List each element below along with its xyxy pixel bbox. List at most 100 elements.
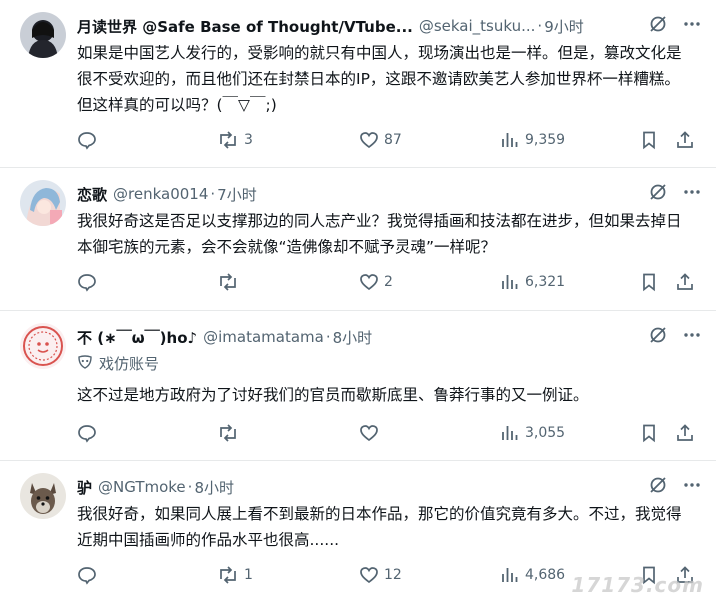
bookmark-button[interactable] [639,130,659,150]
tweet-text: 如果是中国艺人发行的，受影响的就只有中国人，现场演出也是一样。但是，篡改文化是很… [77,44,682,114]
reply-icon [77,565,97,585]
views-button[interactable]: 6,321 [500,272,565,292]
user-handle[interactable]: @renka0014 [113,185,208,203]
avatar[interactable] [20,180,66,226]
display-name[interactable]: 月读世界 @Safe Base of Thought/VTube... [77,16,413,37]
retweet-button[interactable] [217,423,244,443]
tweet-header-icons [648,325,702,345]
share-icon [675,272,695,292]
more-icon[interactable] [682,325,702,345]
tweet-header: 不 (∗￣ω￣)ho♪ @imatamatama · 8小时 [77,325,696,349]
views-icon [500,423,520,443]
bookmark-button[interactable] [639,423,659,443]
retweet-button[interactable]: 3 [217,130,253,150]
avatar[interactable] [20,473,66,519]
mask-icon [77,354,93,374]
tweet[interactable]: 月读世界 @Safe Base of Thought/VTube... @sek… [0,0,716,168]
tweet-header-icons [648,182,702,202]
tweet-text: 我很好奇，如果同人展上看不到最新的日本作品，那它的价值究竟有多大。不过，我觉得近… [77,505,682,549]
views-count: 4,686 [525,567,566,583]
heart-icon [359,565,379,585]
tweet-text: 这不过是地方政府为了讨好我们的官员而歇斯底里、鲁莽行事的又一例证。 [77,386,589,404]
watermark: 17173.com [571,573,704,597]
separator-dot: · [187,478,193,496]
heart-icon [359,423,379,443]
views-count: 6,321 [525,274,566,290]
reply-button[interactable] [77,423,102,443]
share-button[interactable] [675,272,695,292]
timeline-feed: 月读世界 @Safe Base of Thought/VTube... @sek… [0,0,716,605]
reply-icon [77,272,97,292]
timestamp[interactable]: 8小时 [194,477,234,498]
timestamp[interactable]: 7小时 [217,184,257,205]
avatar[interactable] [20,12,66,58]
grok-icon[interactable] [648,475,668,495]
grok-icon[interactable] [648,182,668,202]
retweet-icon [217,423,239,443]
heart-icon [359,272,379,292]
views-icon [500,130,520,150]
like-button[interactable]: 2 [359,272,393,292]
tweet[interactable]: 不 (∗￣ω￣)ho♪ @imatamatama · 8小时 戏仿账号 这不过是… [0,311,716,461]
views-icon [500,565,520,585]
retweet-icon [217,130,239,150]
display-name[interactable]: 不 (∗￣ω￣)ho♪ [77,327,197,348]
views-button[interactable]: 4,686 [500,565,565,585]
more-icon[interactable] [682,182,702,202]
bookmark-button[interactable] [639,272,659,292]
grok-icon[interactable] [648,325,668,345]
views-count: 9,359 [525,132,566,148]
views-count: 3,055 [525,425,566,441]
bookmark-icon [639,130,659,150]
share-icon [675,130,695,150]
tweet-header-icons [648,475,702,495]
more-icon[interactable] [682,14,702,34]
user-handle[interactable]: @imatamatama [203,328,324,346]
views-icon [500,272,520,292]
display-name[interactable]: 驴 [77,477,92,498]
retweet-button[interactable] [217,272,244,292]
like-count: 87 [384,132,402,148]
tweet-actions: 2 6,321 [77,272,698,296]
tweet-header-icons [648,14,702,34]
like-button[interactable]: 87 [359,130,402,150]
reply-button[interactable] [77,565,102,585]
retweet-count: 3 [244,132,253,148]
bookmark-icon [639,272,659,292]
reply-icon [77,423,97,443]
separator-dot: · [537,17,543,35]
grok-icon[interactable] [648,14,668,34]
timestamp[interactable]: 8小时 [333,327,373,348]
more-icon[interactable] [682,475,702,495]
display-name[interactable]: 恋歌 [77,184,107,205]
like-count: 12 [384,567,402,583]
separator-dot: · [325,328,331,346]
tweet-actions: 3 87 9,359 [77,130,698,154]
timestamp[interactable]: 9小时 [544,16,584,37]
reply-button[interactable] [77,130,102,150]
reply-icon [77,130,97,150]
tweet-actions: 3,055 [77,423,698,447]
retweet-icon [217,272,239,292]
retweet-count: 1 [244,567,253,583]
separator-dot: · [210,185,216,203]
tweet-header: 月读世界 @Safe Base of Thought/VTube... @sek… [77,14,696,38]
share-button[interactable] [675,130,695,150]
user-handle[interactable]: @NGTmoke [98,478,186,496]
bookmark-icon [639,423,659,443]
reply-button[interactable] [77,272,102,292]
retweet-button[interactable]: 1 [217,565,253,585]
tweet-header: 恋歌 @renka0014 · 7小时 [77,182,696,206]
like-button[interactable] [359,423,384,443]
user-handle[interactable]: @sekai_tsuku... [419,17,536,35]
avatar[interactable] [20,323,66,369]
like-count: 2 [384,274,393,290]
share-button[interactable] [675,423,695,443]
like-button[interactable]: 12 [359,565,402,585]
tweet[interactable]: 恋歌 @renka0014 · 7小时 我很好奇这是否足以支撑那边的同人志产业？… [0,168,716,311]
views-button[interactable]: 9,359 [500,130,565,150]
views-button[interactable]: 3,055 [500,423,565,443]
parody-label: 戏仿账号 [77,353,159,374]
parody-label-text: 戏仿账号 [99,355,160,373]
share-icon [675,423,695,443]
